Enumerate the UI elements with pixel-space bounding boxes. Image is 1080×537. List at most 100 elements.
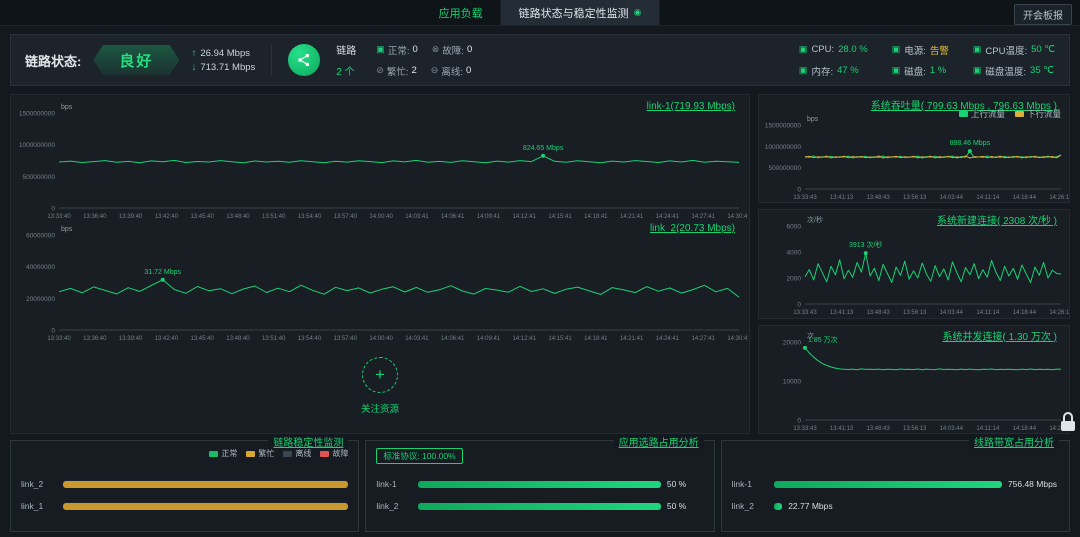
memory-label: 内存: — [811, 64, 833, 78]
svg-text:13:41:13: 13:41:13 — [830, 195, 854, 201]
svg-text:13:41:13: 13:41:13 — [830, 426, 854, 432]
add-resource-button[interactable]: + — [362, 357, 398, 393]
svg-text:14:09:41: 14:09:41 — [477, 214, 501, 220]
download-rate: 713.71 Mbps — [200, 62, 255, 73]
chart-new-connections-title[interactable]: 系统新建连接( 2308 次/秒 ) — [937, 212, 1057, 227]
rate-group: ↑ 26.94 Mbps ↓ 713.71 Mbps — [191, 48, 255, 73]
svg-text:13:33:43: 13:33:43 — [793, 195, 817, 201]
plus-icon: + — [375, 365, 385, 385]
disk-temp-icon: ▣ — [973, 65, 982, 76]
svg-text:500000000: 500000000 — [22, 174, 55, 181]
svg-text:bps: bps — [61, 104, 73, 111]
power-label: 电源: — [904, 43, 926, 57]
svg-text:13:33:43: 13:33:43 — [793, 426, 817, 432]
lock-shackle — [1063, 412, 1073, 421]
svg-text:13:33:43: 13:33:43 — [793, 310, 817, 316]
throughput-legend: 上行流量 下行流量 — [959, 108, 1061, 120]
svg-text:13:56:13: 13:56:13 — [903, 310, 927, 316]
nav-tabs: 应用负载 链路状态与稳定性监测 ◉ — [421, 0, 660, 25]
svg-text:20000: 20000 — [783, 339, 801, 346]
svg-text:13:48:43: 13:48:43 — [866, 426, 890, 432]
stability-row-label: link_2 — [21, 479, 55, 489]
link-counts: 链路 ▣ 正常: 0 ⊗ 故障: 0 2 个 ⊘ 繁忙: 2 ⊖ 离线: 0 — [336, 42, 472, 78]
follow-resource-label: 关注资源 — [361, 401, 399, 415]
svg-text:14:00:40: 14:00:40 — [369, 336, 393, 342]
cpu-metric: ▣ CPU: 28.0 % — [799, 43, 868, 57]
svg-text:14:11:14: 14:11:14 — [976, 426, 1000, 432]
disk-icon: ▣ — [892, 65, 901, 76]
lock-icon[interactable] — [1059, 412, 1077, 434]
follow-resource-area: + 关注资源 — [13, 343, 747, 429]
svg-text:14:03:41: 14:03:41 — [405, 336, 429, 342]
svg-text:14:03:44: 14:03:44 — [940, 310, 964, 316]
bottom-panels: 链路稳定性监测 正常 繁忙 离线 故障 link_2 link_1 应用选路占用… — [10, 440, 1070, 532]
upload-rate-row: ↑ 26.94 Mbps — [191, 48, 255, 59]
bandwidth-bar[interactable] — [774, 503, 783, 510]
routing-row-value: 50 % — [667, 501, 686, 511]
cpu-temp-metric: ▣ CPU温度: 50 ℃ — [973, 43, 1055, 57]
svg-text:14:15:41: 14:15:41 — [548, 336, 572, 342]
bandwidth-row-link2: link_2 22.77 Mbps — [732, 501, 1059, 511]
links-count: 2 个 — [336, 63, 362, 78]
stability-panel: 链路稳定性监测 正常 繁忙 离线 故障 link_2 link_1 — [10, 440, 359, 532]
svg-text:13:41:13: 13:41:13 — [830, 310, 854, 316]
power-metric: ▣ 电源: 告警 — [892, 43, 949, 57]
up-arrow-icon: ↑ — [191, 48, 196, 59]
stability-bar[interactable] — [63, 503, 348, 510]
svg-text:1.85 万次: 1.85 万次 — [808, 335, 838, 344]
svg-text:13:42:40: 13:42:40 — [155, 214, 179, 220]
status-bar: 链路状态: 良好 ↑ 26.94 Mbps ↓ 713.71 Mbps 链路 ▣ — [10, 34, 1070, 86]
chart-throughput: 系统吞吐量( 799.63 Mbps , 796.63 Mbps ) 上行流量 … — [758, 94, 1070, 203]
svg-text:13:56:13: 13:56:13 — [903, 426, 927, 432]
bandwidth-row-label: link-1 — [732, 479, 766, 489]
top-nav-bar: 应用负载 链路状态与稳定性监测 ◉ 开会板报 — [0, 0, 1080, 26]
stability-bar[interactable] — [63, 481, 348, 488]
stability-title[interactable]: 链路稳定性监测 — [268, 434, 348, 449]
svg-text:14:09:41: 14:09:41 — [477, 336, 501, 342]
routing-bar[interactable] — [418, 503, 661, 510]
disk-temp-value: 35 ℃ — [1030, 65, 1054, 76]
bandwidth-bar[interactable] — [774, 481, 1002, 488]
svg-text:13:39:40: 13:39:40 — [119, 214, 143, 220]
chart-link2-title[interactable]: link_2(20.73 Mbps) — [650, 223, 735, 234]
tab-link-status[interactable]: 链路状态与稳定性监测 ◉ — [501, 0, 660, 25]
routing-bar[interactable] — [418, 481, 661, 488]
fault-count-item: ⊗ 故障: 0 — [432, 43, 472, 57]
svg-text:13:51:40: 13:51:40 — [262, 336, 286, 342]
svg-text:3913 次/秒: 3913 次/秒 — [849, 240, 882, 249]
busy-icon: ⊘ — [376, 65, 384, 76]
legend-normal: 正常 — [209, 448, 237, 459]
tab-app-load[interactable]: 应用负载 — [421, 0, 501, 25]
upstream-label: 上行流量 — [971, 108, 1005, 120]
downstream-label: 下行流量 — [1027, 108, 1061, 120]
svg-text:2000: 2000 — [787, 276, 802, 283]
svg-text:14:27:41: 14:27:41 — [692, 214, 716, 220]
chart-link1-title[interactable]: link-1(719.93 Mbps) — [647, 101, 735, 112]
chart-concurrent-connections-title[interactable]: 系统并发连接( 1.30 万次 ) — [943, 328, 1057, 343]
charts-area: link-1(719.93 Mbps) 05000000001000000000… — [10, 94, 1070, 434]
svg-text:6000: 6000 — [787, 224, 802, 231]
offline-swatch — [283, 451, 292, 457]
divider — [271, 45, 272, 75]
lock-body — [1061, 421, 1075, 431]
fault-legend-label: 故障 — [332, 448, 348, 459]
routing-title[interactable]: 应用选路占用分析 — [614, 434, 704, 449]
cpu-temp-label: CPU温度: — [985, 43, 1027, 57]
fault-count: 0 — [467, 44, 472, 55]
bandwidth-title[interactable]: 线路带宽占用分析 — [969, 434, 1059, 449]
offline-label: 离线: — [441, 64, 463, 78]
svg-text:13:39:40: 13:39:40 — [119, 336, 143, 342]
stability-row-link1: link_1 — [21, 501, 348, 511]
open-board-button[interactable]: 开会板报 — [1014, 4, 1072, 25]
share-button[interactable] — [288, 44, 320, 76]
chart-link2: link_2(20.73 Mbps) 020000000400000006000… — [13, 221, 747, 343]
busy-legend-label: 繁忙 — [258, 448, 274, 459]
legend-offline: 离线 — [283, 448, 311, 459]
bandwidth-row-value: 756.48 Mbps — [1008, 479, 1057, 489]
svg-text:14:18:41: 14:18:41 — [584, 336, 608, 342]
svg-text:14:03:41: 14:03:41 — [405, 214, 429, 220]
svg-text:0: 0 — [51, 206, 55, 213]
routing-row-link1: link-1 50 % — [376, 479, 703, 489]
legend-upstream: 上行流量 — [959, 108, 1005, 120]
cpu-temp-icon: ▣ — [973, 44, 982, 55]
